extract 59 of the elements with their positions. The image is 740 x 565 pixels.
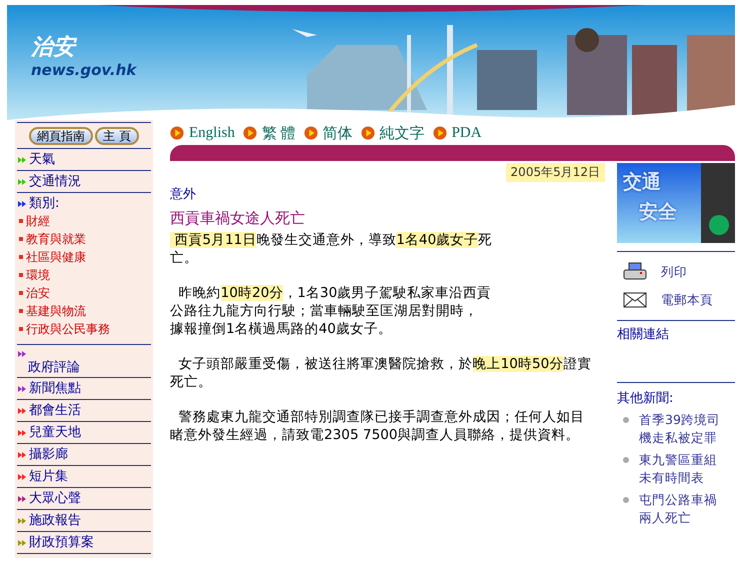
square-bullet-icon: [19, 309, 23, 313]
article-paragraph: 女子頭部嚴重受傷，被送往將軍澳醫院搶救，於晚上10時50分證實 死亡。: [170, 355, 592, 391]
site-title: 治安: [31, 35, 75, 61]
article-date: 2005年5月12日: [506, 163, 605, 182]
article-paragraph: 昨晚約 10時20分，1名30歲男子駕駛私家車沿西貢 公路往九龍方向行駛；當車輛駛至匡湖居對開時， 據報撞倒1名橫過馬路的40歲女子。: [170, 284, 492, 338]
square-bullet-icon: [19, 327, 23, 331]
bullet-icon: [623, 457, 629, 463]
square-bullet-icon: [19, 237, 23, 241]
nav-button[interactable]: 主 頁: [95, 127, 139, 145]
sidebar-link[interactable]: 都會生活: [29, 402, 81, 419]
related-links-heading: 相關連結: [617, 325, 735, 383]
language-link[interactable]: PDA: [452, 124, 482, 142]
language-link[interactable]: 純文字: [380, 124, 425, 142]
square-bullet-icon: [19, 291, 23, 295]
sidebar-link[interactable]: 大眾心聲: [29, 490, 81, 507]
sidebar-link[interactable]: 兒童天地: [29, 424, 81, 441]
article-paragraph: 警務處東九龍交通部特別調查隊已接手調查意外成因；任何人如目 睹意外發生經過，請致電2305 7500與調查人員聯絡，提供資料。: [170, 408, 586, 444]
square-bullet-icon: [19, 273, 23, 277]
category-link[interactable]: 環境: [26, 266, 50, 284]
language-link[interactable]: 简体: [322, 124, 353, 142]
category-heading: 類別:: [29, 195, 60, 212]
bullet-icon: [623, 417, 629, 423]
news-link[interactable]: 首季39跨境司 機走私被定罪: [639, 411, 720, 447]
other-news-heading: 其他新聞:: [617, 390, 674, 407]
play-icon: [432, 126, 447, 140]
sidebar-link[interactable]: 攝影廊: [29, 446, 68, 463]
nav-button[interactable]: 網頁指南: [29, 127, 94, 145]
site-url: news.gov.hk: [31, 61, 136, 79]
category-link[interactable]: 財經: [26, 212, 50, 230]
sidebar-link[interactable]: 政府評論: [28, 359, 80, 376]
article-headline: 西貢車禍女途人死亡: [170, 209, 306, 228]
action-link[interactable]: 列印: [661, 264, 687, 280]
envelope-icon: [623, 290, 647, 310]
sidebar-link[interactable]: 施政報告: [29, 512, 81, 529]
play-icon: [360, 126, 375, 140]
category-link[interactable]: 社區與健康: [26, 248, 86, 266]
sidebar-link[interactable]: 新聞焦點: [29, 380, 81, 397]
category-link[interactable]: 治安: [26, 284, 50, 302]
news-link[interactable]: 屯門公路車禍 兩人死亡: [639, 491, 717, 527]
bullet-icon: [623, 497, 629, 503]
printer-icon: [623, 262, 647, 282]
category-link[interactable]: 基建與物流: [26, 302, 86, 320]
article-category: 意外: [170, 186, 197, 203]
play-icon: [170, 126, 184, 140]
article-paragraph: 西貢5月11日 晚發生交通意外，導致1名40歲女子死 亡。: [170, 231, 494, 267]
sidebar-link[interactable]: 短片集: [29, 468, 68, 485]
play-icon: [304, 126, 318, 140]
language-link[interactable]: 繁 體: [262, 124, 296, 142]
play-icon: [242, 126, 257, 140]
sidebar-link[interactable]: 交通情況: [29, 173, 81, 190]
category-link[interactable]: 教育與就業: [26, 230, 86, 248]
sidebar-link[interactable]: 財政預算案: [29, 534, 94, 551]
square-bullet-icon: [19, 255, 23, 259]
action-link[interactable]: 電郵本頁: [661, 292, 713, 308]
sidebar-link[interactable]: 天氣: [29, 151, 55, 168]
language-link[interactable]: English: [189, 124, 235, 142]
category-link[interactable]: 行政與公民事務: [26, 320, 110, 338]
square-bullet-icon: [19, 219, 23, 223]
news-link[interactable]: 東九警區重組 未有時間表: [639, 451, 717, 487]
